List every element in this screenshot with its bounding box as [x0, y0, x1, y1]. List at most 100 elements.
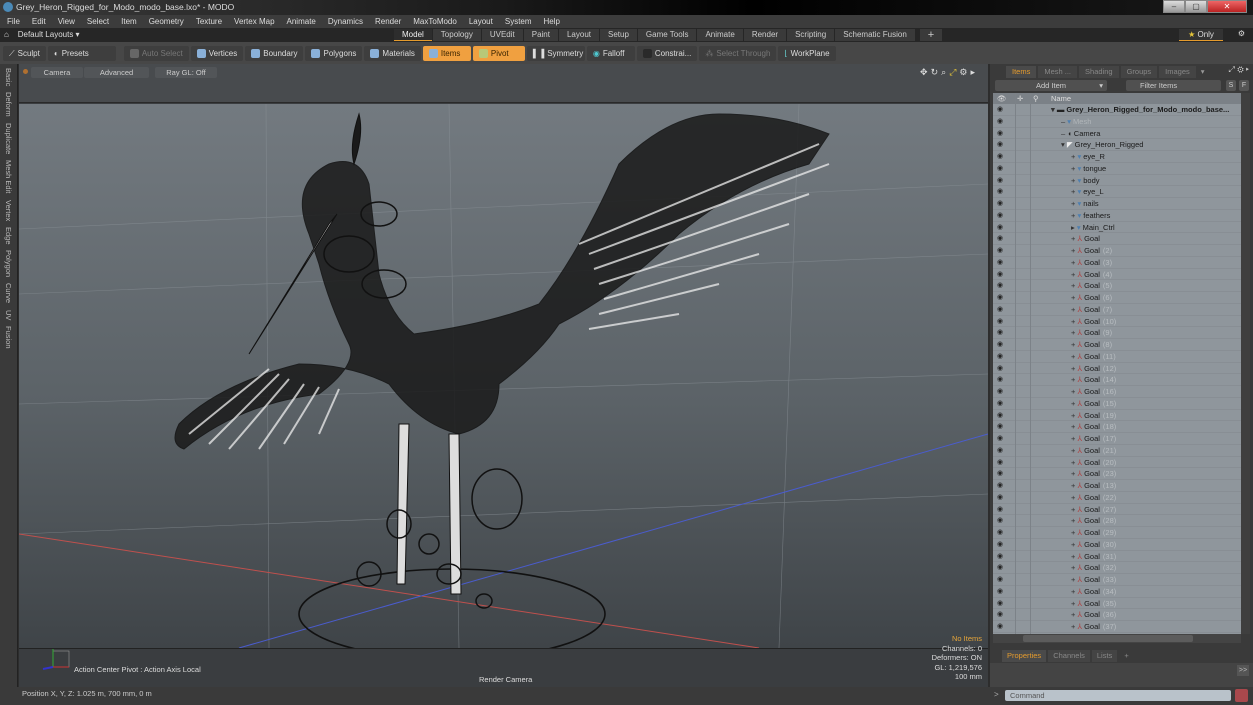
visibility-eye-icon[interactable]: ◉: [997, 457, 1003, 469]
name-column-header[interactable]: Name: [1051, 93, 1071, 104]
command-input[interactable]: Command: [1005, 690, 1231, 701]
visibility-eye-icon[interactable]: ◉: [997, 374, 1003, 386]
items-tab-groups[interactable]: Groups: [1120, 66, 1158, 78]
visibility-eye-icon[interactable]: ◉: [997, 151, 1003, 163]
visibility-eye-icon[interactable]: ◉: [997, 598, 1003, 610]
panel-settings-icon[interactable]: ⚙: [1237, 65, 1243, 74]
visibility-eye-icon[interactable]: ◉: [997, 504, 1003, 516]
visibility-eye-icon[interactable]: ◉: [997, 609, 1003, 621]
auto-select-button[interactable]: Auto Select: [123, 45, 189, 61]
visibility-eye-icon[interactable]: ◉: [997, 257, 1003, 269]
visibility-eye-icon[interactable]: ◉: [997, 210, 1003, 222]
visibility-eye-icon[interactable]: ◉: [997, 339, 1003, 351]
visibility-eye-icon[interactable]: ◉: [997, 128, 1003, 140]
visibility-eye-icon[interactable]: ◉: [997, 398, 1003, 410]
items-tab-shading[interactable]: Shading: [1079, 66, 1119, 78]
visibility-eye-icon[interactable]: ◉: [997, 386, 1003, 398]
pan-icon[interactable]: ✥: [920, 67, 931, 77]
visibility-eye-icon[interactable]: ◉: [997, 445, 1003, 457]
viewport-settings-icon[interactable]: ⚙: [959, 67, 970, 77]
symmetry-button[interactable]: ▌▐ Symmetry: [526, 45, 585, 61]
menu-dynamics[interactable]: Dynamics: [328, 15, 363, 28]
gear-icon[interactable]: ⚙: [1238, 29, 1245, 38]
tab-schematic-fusion[interactable]: Schematic Fusion: [835, 29, 915, 41]
lock-column-icon[interactable]: ✛: [1017, 93, 1023, 104]
tab-scripting[interactable]: Scripting: [787, 29, 835, 41]
expand-arrow-icon[interactable]: ▸: [970, 67, 978, 77]
more-button[interactable]: >>: [1237, 665, 1249, 676]
tab-animate[interactable]: Animate: [697, 29, 743, 41]
menu-render[interactable]: Render: [375, 15, 401, 28]
tab-setup[interactable]: Setup: [600, 29, 637, 41]
workplane-button[interactable]: ⌊ WorkPlane: [778, 45, 836, 61]
tab-uvedit[interactable]: UVEdit: [481, 29, 523, 41]
left-tab-edge[interactable]: Edge: [4, 227, 13, 245]
3d-viewport[interactable]: Camera Advanced Ray GL: Off ✥↻⌕⤢⚙▸ Actio…: [19, 64, 988, 687]
pivot-button[interactable]: Pivot: [472, 45, 525, 61]
items-tab-images[interactable]: Images: [1159, 66, 1196, 78]
visibility-eye-icon[interactable]: ◉: [997, 269, 1003, 281]
menu-vertex-map[interactable]: Vertex Map: [234, 15, 274, 28]
tab-model[interactable]: Model: [394, 29, 432, 41]
visibility-eye-icon[interactable]: ◉: [997, 480, 1003, 492]
visibility-eye-icon[interactable]: ◉: [997, 621, 1003, 633]
visibility-eye-icon[interactable]: ◉: [997, 104, 1003, 116]
visibility-eye-icon[interactable]: ◉: [997, 139, 1003, 151]
maximize-icon[interactable]: ⤢: [1229, 65, 1235, 74]
left-tab-uv[interactable]: UV: [4, 310, 13, 320]
left-tab-vertex[interactable]: Vertex: [4, 200, 13, 221]
expand-arrow-icon[interactable]: ▾: [1061, 140, 1067, 149]
render-column-icon[interactable]: ⚲: [1033, 93, 1039, 104]
menu-maxtomodo[interactable]: MaxToModo: [413, 15, 457, 28]
viewport-menu-icon[interactable]: [23, 69, 28, 74]
expand-arrow-icon[interactable]: ▾: [1051, 105, 1057, 114]
visibility-eye-icon[interactable]: ◉: [997, 304, 1003, 316]
tab-render[interactable]: Render: [743, 29, 787, 41]
visibility-eye-icon[interactable]: ◉: [997, 233, 1003, 245]
visibility-eye-icon[interactable]: ◉: [997, 410, 1003, 422]
visibility-eye-icon[interactable]: ◉: [997, 492, 1003, 504]
visibility-eye-icon[interactable]: ◉: [997, 363, 1003, 375]
rotate-icon[interactable]: ↻: [931, 67, 942, 77]
filter-items-input[interactable]: Filter Items: [1126, 80, 1221, 91]
menu-animate[interactable]: Animate: [287, 15, 316, 28]
visibility-eye-icon[interactable]: ◉: [997, 515, 1003, 527]
sculpt-button[interactable]: ⟋ Sculpt: [3, 45, 46, 61]
vertices-button[interactable]: Vertices: [190, 45, 244, 61]
items-tabs-dropdown-icon[interactable]: ▾: [1198, 66, 1208, 78]
polygons-button[interactable]: Polygons: [305, 45, 363, 61]
menu-help[interactable]: Help: [544, 15, 560, 28]
menu-item[interactable]: Item: [121, 15, 137, 28]
add-item-button[interactable]: Add Item ▾: [995, 80, 1107, 91]
visibility-eye-icon[interactable]: ◉: [997, 245, 1003, 257]
visibility-eye-icon[interactable]: ◉: [997, 421, 1003, 433]
left-tab-fusion[interactable]: Fusion: [4, 326, 13, 349]
items-button[interactable]: Items: [422, 45, 471, 61]
visibility-eye-icon[interactable]: ◉: [997, 351, 1003, 363]
fit-icon[interactable]: ⤢: [949, 67, 959, 77]
f-filter-button[interactable]: F: [1239, 80, 1249, 91]
menu-texture[interactable]: Texture: [196, 15, 222, 28]
visibility-eye-icon[interactable]: ◉: [997, 222, 1003, 234]
visibility-eye-icon[interactable]: ◉: [997, 574, 1003, 586]
menu-geometry[interactable]: Geometry: [149, 15, 184, 28]
left-tab-curve[interactable]: Curve: [4, 283, 13, 303]
items-tab-mesh[interactable]: Mesh ...: [1038, 66, 1078, 78]
visibility-eye-icon[interactable]: ◉: [997, 586, 1003, 598]
menu-edit[interactable]: Edit: [32, 15, 46, 28]
item-list-hscrollbar[interactable]: [993, 634, 1241, 643]
left-tab-deform[interactable]: Deform: [4, 92, 13, 117]
menu-file[interactable]: File: [7, 15, 20, 28]
visibility-eye-icon[interactable]: ◉: [997, 551, 1003, 563]
visibility-eye-icon[interactable]: ◉: [997, 539, 1003, 551]
visibility-eye-icon[interactable]: ◉: [997, 280, 1003, 292]
menu-view[interactable]: View: [58, 15, 75, 28]
visibility-eye-icon[interactable]: ◉: [997, 562, 1003, 574]
left-tab-basic[interactable]: Basic: [4, 68, 13, 86]
items-tab-items[interactable]: Items: [1006, 66, 1037, 78]
select-through-button[interactable]: ⁂ Select Through: [699, 45, 777, 61]
camera-button[interactable]: Camera: [31, 67, 83, 78]
presets-button[interactable]: ◐ Presets: [47, 45, 116, 61]
visibility-eye-icon[interactable]: ◉: [997, 292, 1003, 304]
menu-select[interactable]: Select: [87, 15, 109, 28]
